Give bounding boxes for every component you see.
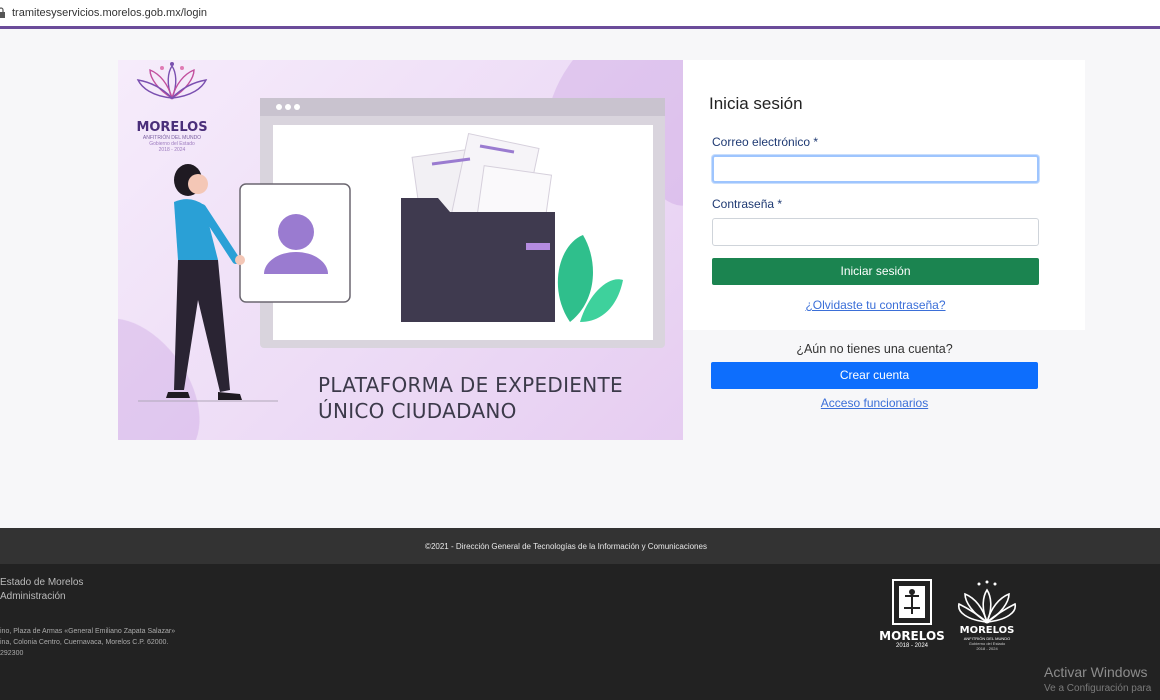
create-account-button[interactable]: Crear cuenta bbox=[711, 362, 1038, 389]
lotus-icon bbox=[958, 580, 1016, 625]
email-label-text: Correo electrónico bbox=[712, 135, 811, 149]
password-label-text: Contraseña bbox=[712, 197, 775, 211]
hero-brand-logo: MORELOS ANFITRIÓN DEL MUNDO Gobierno del… bbox=[132, 120, 212, 153]
footer-brand-logo-name: MORELOS bbox=[959, 625, 1015, 636]
hero-brand-years: 2018 - 2024 bbox=[158, 147, 186, 153]
lock-icon bbox=[0, 7, 6, 19]
hero-title: PLATAFORMA DE EXPEDIENTE ÚNICO CIUDADANO bbox=[318, 372, 623, 424]
footer-address-line2: ina, Colonia Centro, Cuernavaca, Morelos… bbox=[0, 639, 169, 646]
password-label: Contraseña * bbox=[712, 197, 782, 211]
footer-copyright: ©2021 - Dirección General de Tecnologías… bbox=[425, 541, 707, 551]
login-heading: Inicia sesión bbox=[709, 94, 803, 113]
footer-address-line1: ino, Plaza de Armas «General Emiliano Za… bbox=[0, 628, 176, 635]
windows-activation-title: Activar Windows bbox=[1044, 664, 1148, 680]
footer: Estado de Morelos Administración ino, Pl… bbox=[0, 564, 1160, 700]
footer-state-logo: MORELOS 2018 - 2024 bbox=[878, 578, 946, 649]
email-label: Correo electrónico * bbox=[712, 135, 818, 149]
hero-title-line2: ÚNICO CIUDADANO bbox=[318, 399, 517, 423]
footer-org-line2: Administración bbox=[0, 591, 66, 602]
footer-state-logo-name: MORELOS bbox=[879, 629, 945, 643]
browser-address-bar[interactable]: tramitesyservicios.morelos.gob.mx/login bbox=[0, 0, 1160, 26]
footer-brand-logo-years: 2018 - 2024 bbox=[976, 646, 998, 651]
footer-copyright-bar: ©2021 - Dirección General de Tecnologías… bbox=[0, 528, 1160, 564]
header-accent-line bbox=[0, 26, 1160, 29]
hero-brand-name: MORELOS bbox=[136, 120, 208, 135]
officials-access-link[interactable]: Acceso funcionarios bbox=[711, 396, 1038, 410]
forgot-password-link[interactable]: ¿Olvidaste tu contraseña? bbox=[712, 298, 1039, 312]
windows-activation-subtitle: Ve a Configuración para bbox=[1044, 683, 1152, 694]
hero-illustration: MORELOS ANFITRIÓN DEL MUNDO Gobierno del… bbox=[118, 60, 683, 440]
email-required-mark: * bbox=[813, 135, 819, 149]
footer-org-line1: Estado de Morelos bbox=[0, 577, 84, 588]
login-button[interactable]: Iniciar sesión bbox=[712, 258, 1039, 285]
password-required-mark: * bbox=[777, 197, 783, 211]
footer-state-logo-years: 2018 - 2024 bbox=[895, 643, 929, 649]
browser-url: tramitesyservicios.morelos.gob.mx/login bbox=[12, 7, 208, 19]
no-account-prompt: ¿Aún no tienes una cuenta? bbox=[796, 342, 953, 356]
footer-phone: 292300 bbox=[0, 650, 24, 657]
email-field[interactable] bbox=[712, 155, 1039, 183]
footer-brand-logo: MORELOS ANFITRIÓN DEL MUNDO Gobierno del… bbox=[952, 580, 1022, 651]
password-field[interactable] bbox=[712, 218, 1039, 246]
coat-of-arms-icon bbox=[892, 579, 932, 625]
hero-title-line1: PLATAFORMA DE EXPEDIENTE bbox=[318, 373, 623, 397]
login-card: Inicia sesión Correo electrónico * Contr… bbox=[683, 60, 1085, 330]
